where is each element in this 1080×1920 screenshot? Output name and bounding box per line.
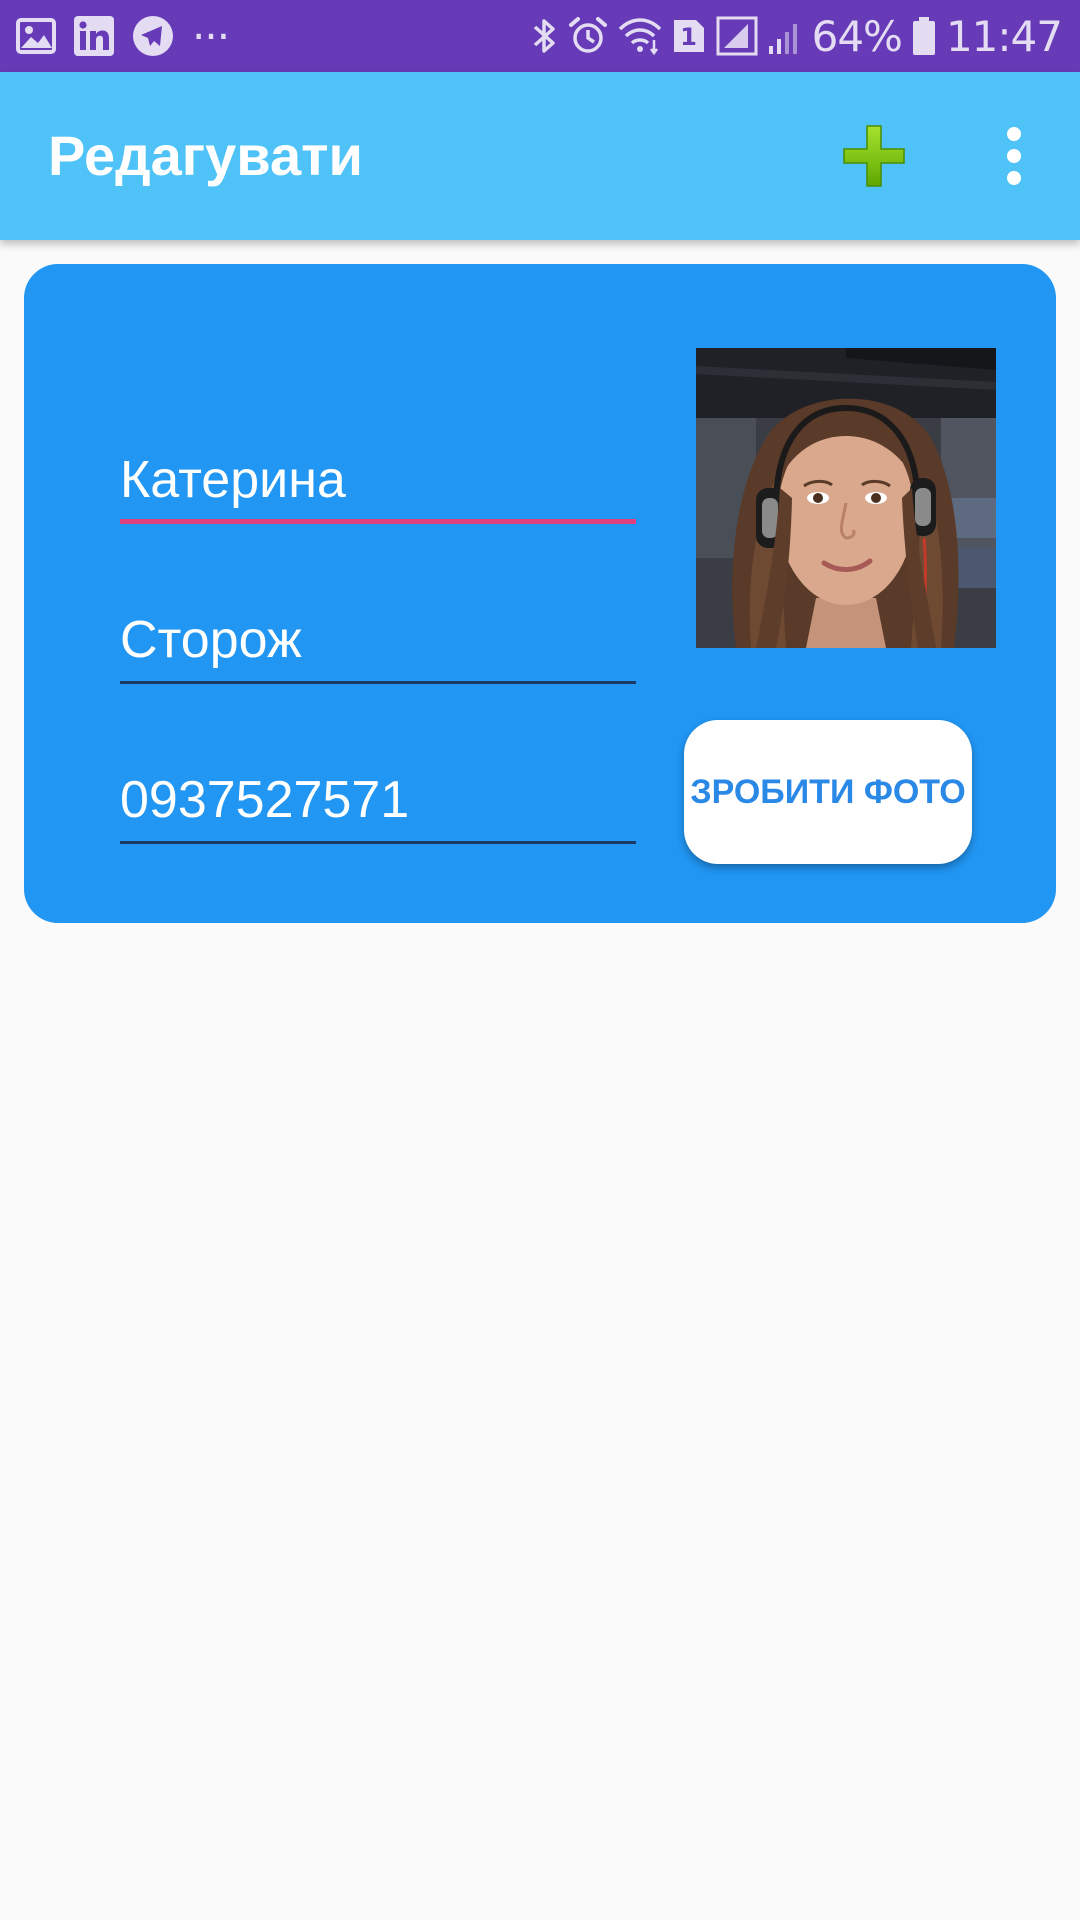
first-name-field[interactable] [120,444,636,516]
take-photo-button[interactable]: ЗРОБИТИ ФОТО [684,720,972,864]
add-button[interactable] [840,122,908,190]
more-options-button[interactable] [986,116,1042,196]
app-bar: Редагувати [0,72,1080,240]
contact-photo [696,348,996,648]
more-vert-icon-dot [1007,171,1021,185]
cell-signal-icon [716,16,758,56]
first-name-field-wrapper [120,444,636,524]
wifi-icon [618,16,662,56]
status-bar-notifications: ··· [16,0,247,72]
more-vert-icon-dot [1007,149,1021,163]
phone-field[interactable] [120,764,636,836]
bluetooth-icon [532,16,558,56]
status-bar: ··· 1 64% 11:47 [0,0,1080,72]
first-name-underline [120,519,636,524]
status-bar-system: 1 64% 11:47 [532,0,1063,72]
linkedin-icon [74,16,114,56]
sim-slot-label: 1 [680,23,697,51]
phone-underline [120,841,636,844]
gallery-icon [16,18,56,54]
more-vert-icon-dot [1007,127,1021,141]
status-time: 11:47 [945,11,1063,61]
last-name-field-wrapper [120,604,636,684]
more-notifications-icon: ··· [192,11,230,61]
telegram-icon [132,15,174,57]
battery-icon [912,16,936,56]
last-name-field[interactable] [120,604,636,676]
sim-1-icon: 1 [672,18,706,54]
cell-signal-2-icon [768,16,802,56]
last-name-underline [120,681,636,684]
alarm-icon [568,16,608,56]
contact-photo-image [696,348,996,648]
page-title: Редагувати [48,124,363,187]
add-icon [843,125,905,187]
phone-field-wrapper [120,764,636,844]
battery-percent: 64% [811,11,903,61]
contact-card: ЗРОБИТИ ФОТО [24,264,1056,923]
